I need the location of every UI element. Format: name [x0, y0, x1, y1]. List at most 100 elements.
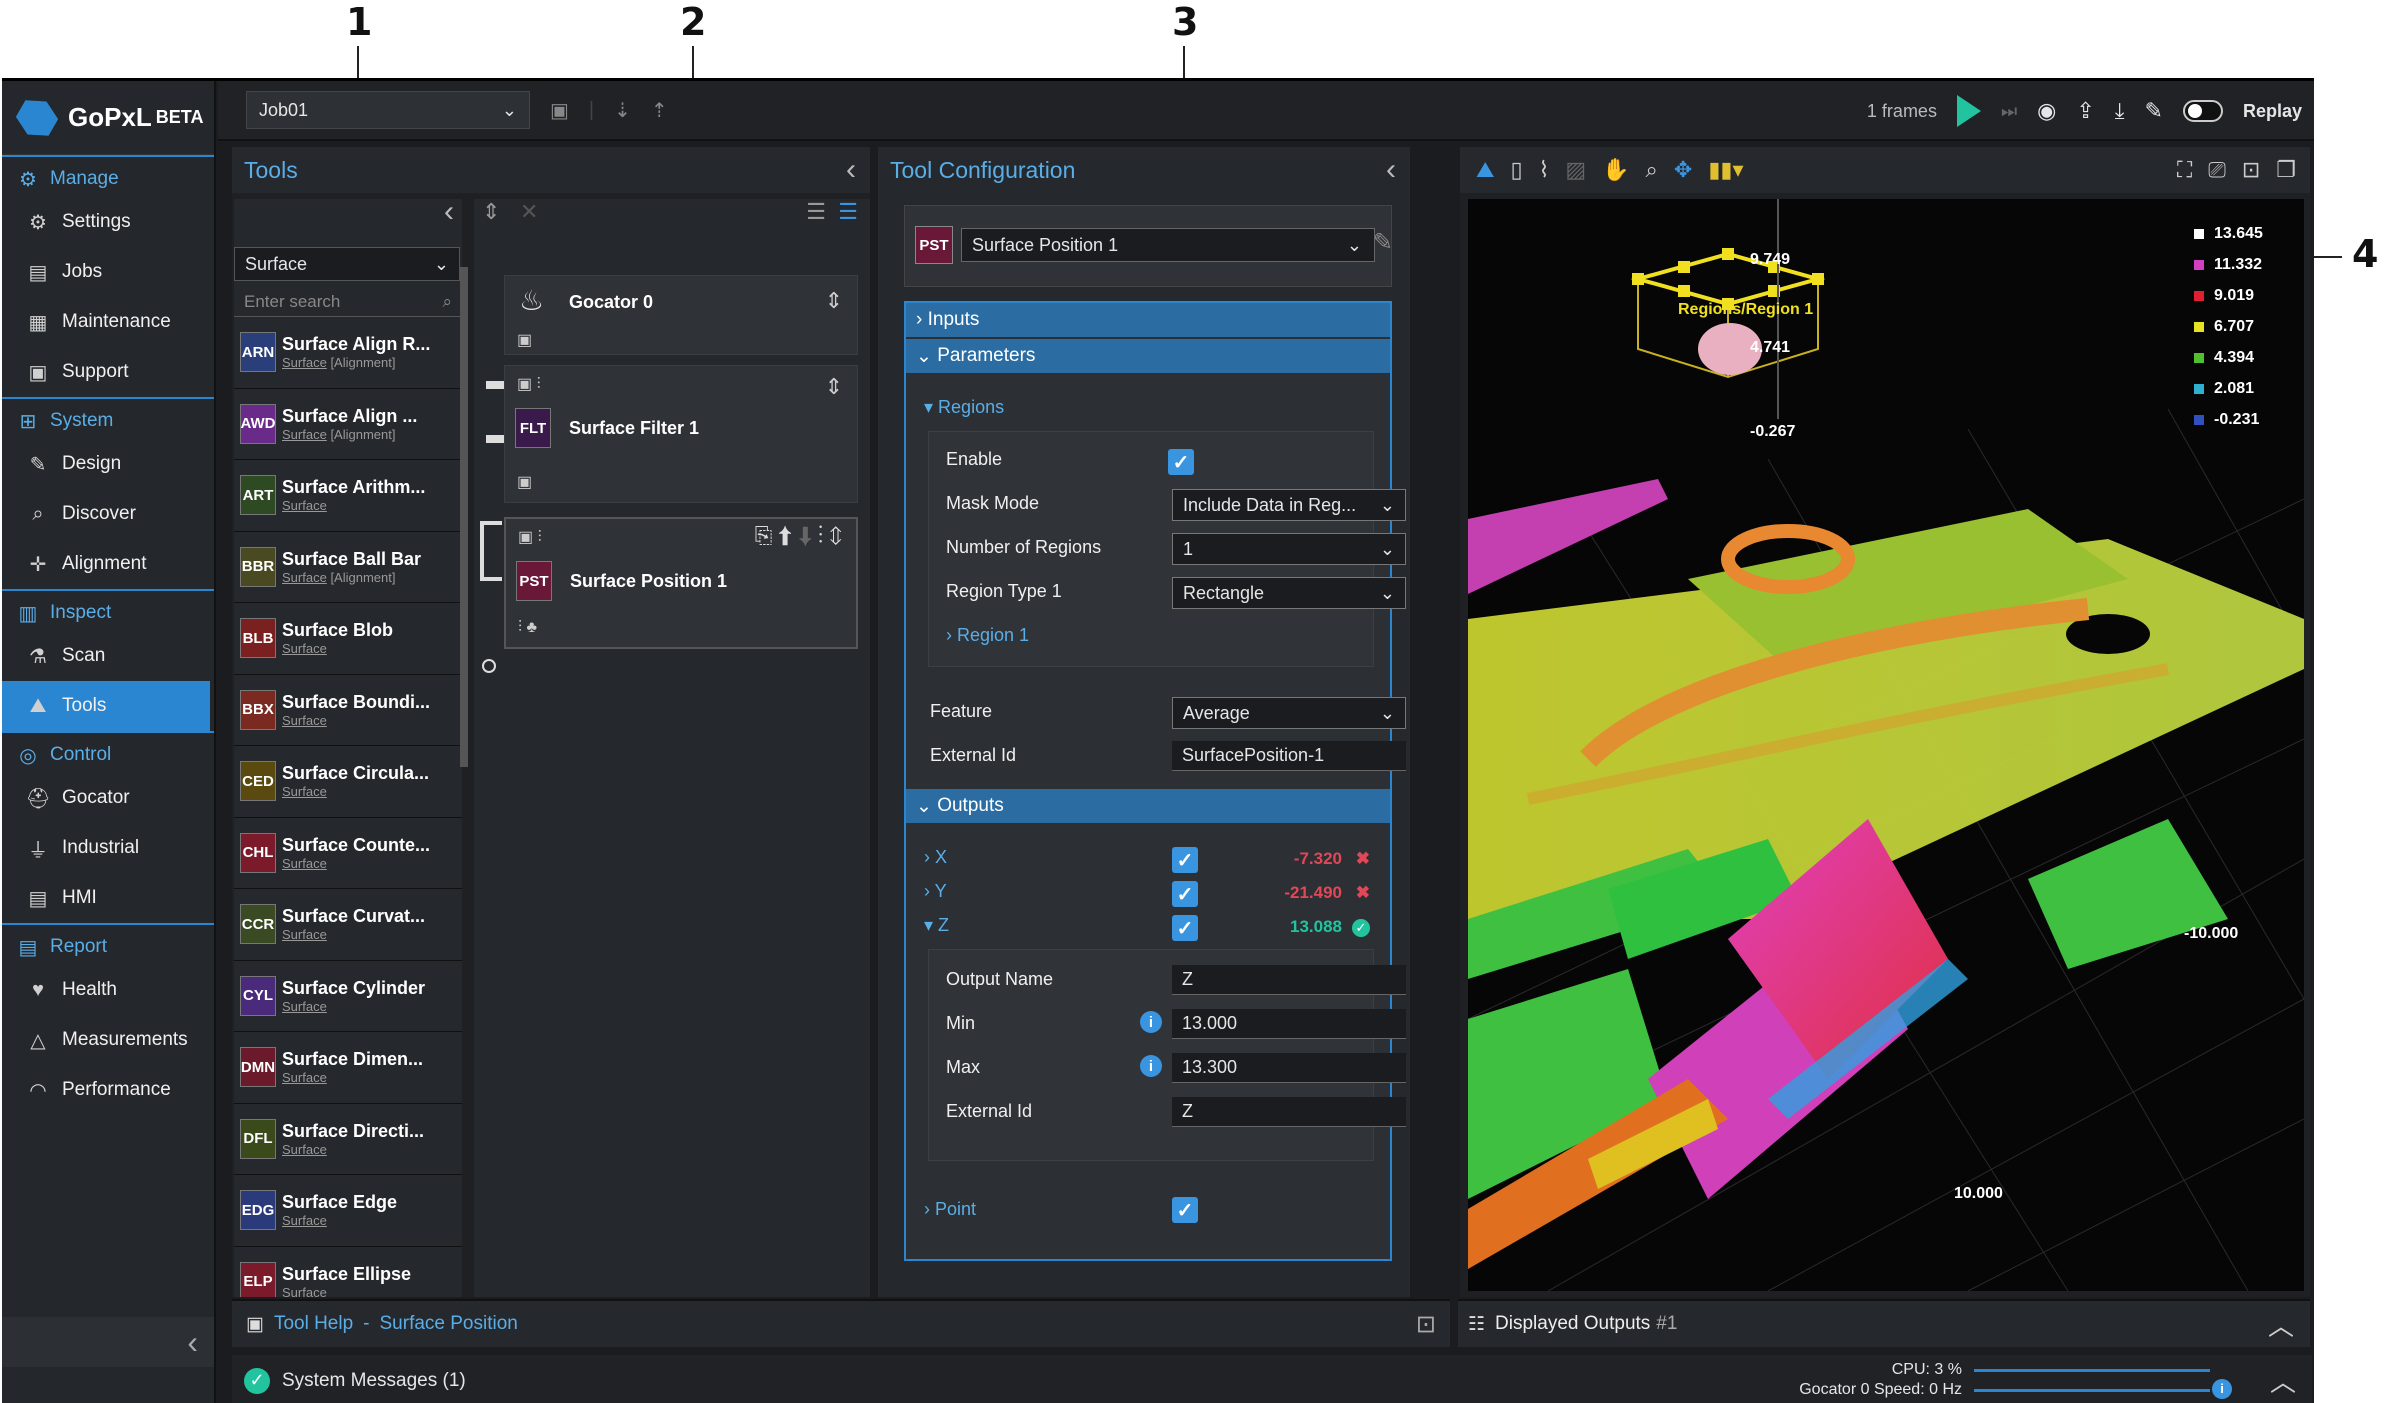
- external-id-field[interactable]: SurfacePosition-1: [1172, 741, 1406, 771]
- tool-list-scrollbar[interactable]: [460, 267, 468, 767]
- tool-list-item[interactable]: BBX Surface Boundi... Surface: [234, 675, 462, 746]
- output-checkbox[interactable]: ✓: [1172, 847, 1198, 873]
- output-checkbox[interactable]: ✓: [1172, 881, 1198, 907]
- collapse-sidebar-button[interactable]: ‹: [2, 1317, 214, 1367]
- tool-category-link[interactable]: Surface: [282, 1070, 327, 1085]
- collapse-tools-icon[interactable]: ‹: [846, 153, 856, 187]
- sidebar-item-alignment[interactable]: ✛ Alignment: [2, 539, 214, 589]
- tool-list-item[interactable]: CHL Surface Counte... Surface: [234, 818, 462, 889]
- job-select[interactable]: Job01 ⌄: [246, 91, 530, 129]
- tool-list-item[interactable]: DFL Surface Directi... Surface: [234, 1104, 462, 1175]
- category-select[interactable]: Surface ⌄: [234, 247, 460, 281]
- sidebar-item-settings[interactable]: ⚙ Settings: [2, 197, 214, 247]
- tool-category-link[interactable]: Surface: [282, 713, 327, 728]
- feature-select[interactable]: Average ⌄: [1172, 697, 1406, 729]
- tool-list-item[interactable]: ARN Surface Align R... Surface [Alignmen…: [234, 317, 462, 389]
- tool-list-item[interactable]: BBR Surface Ball Bar Surface [Alignment]: [234, 532, 462, 603]
- tool-list-item[interactable]: BLB Surface Blob Surface: [234, 603, 462, 675]
- tool-list-item[interactable]: CYL Surface Cylinder Surface: [234, 961, 462, 1032]
- region-type-select[interactable]: Rectangle ⌄: [1172, 577, 1406, 609]
- nav-head-report[interactable]: ▤ Report: [2, 929, 214, 965]
- chevron-up-icon[interactable]: ︿: [2268, 1306, 2294, 1343]
- tool-help-bar[interactable]: ▣ Tool Help - Surface Position ⊡: [232, 1299, 1450, 1347]
- enable-checkbox[interactable]: ✓: [1168, 449, 1194, 475]
- sidebar-item-discover[interactable]: ⌕ Discover: [2, 489, 214, 539]
- tool-category-link[interactable]: Surface: [282, 784, 327, 799]
- view-2d-icon[interactable]: ▯: [1510, 157, 1522, 183]
- save-icon[interactable]: ▣: [550, 98, 569, 123]
- replay-toggle[interactable]: [2182, 100, 2223, 122]
- sidebar-item-measurements[interactable]: △ Measurements: [2, 1015, 214, 1065]
- rename-icon[interactable]: ✎: [1373, 228, 1393, 257]
- fullscreen-icon[interactable]: ⊡: [2242, 157, 2260, 183]
- max-info-icon[interactable]: i: [1140, 1055, 1162, 1077]
- sidebar-item-gocator[interactable]: ⛑ Gocator: [2, 773, 214, 823]
- regions-toggle[interactable]: ▾ Regions: [924, 397, 1004, 418]
- sidebar-item-jobs[interactable]: ▤ Jobs: [2, 247, 214, 297]
- point-toggle[interactable]: › Point: [924, 1199, 976, 1220]
- tool-name-select[interactable]: Surface Position 1 ⌄: [961, 228, 1375, 262]
- window-icon[interactable]: ❐: [2276, 157, 2296, 183]
- output-toggle[interactable]: ▾ Z: [924, 915, 949, 936]
- tool-list-item[interactable]: CCR Surface Curvat... Surface: [234, 889, 462, 961]
- step-icon[interactable]: ⏭: [2001, 101, 2017, 122]
- max-field[interactable]: 13.300: [1172, 1053, 1406, 1083]
- tool-category-link[interactable]: Surface: [282, 570, 327, 585]
- collapse-config-icon[interactable]: ‹: [1386, 153, 1396, 187]
- tool-list-item[interactable]: DMN Surface Dimen... Surface: [234, 1032, 462, 1104]
- z-external-id-field[interactable]: Z: [1172, 1097, 1406, 1127]
- sidebar-item-design[interactable]: ✎ Design: [2, 439, 214, 489]
- tool-list-item[interactable]: ELP Surface Ellipse Surface: [234, 1247, 462, 1297]
- flow-node-position[interactable]: ▣ ⫶ ⎘ ⬆ ⬇ ⋮ ⇕ PST Surface Position 1 ⫶ ♣: [504, 517, 858, 649]
- point-checkbox[interactable]: ✓: [1172, 1197, 1198, 1223]
- inputs-section-header[interactable]: › Inputs: [906, 303, 1390, 337]
- zoom-icon[interactable]: ⌕: [1646, 157, 1658, 183]
- output-toggle[interactable]: › Y: [924, 881, 947, 902]
- flow-node-filter[interactable]: ▣ ⫶ ⇕ FLT Surface Filter 1 ▣: [504, 365, 858, 503]
- download-icon[interactable]: ⤓: [2115, 98, 2125, 124]
- expand-help-icon[interactable]: ⊡: [1416, 1310, 1436, 1339]
- displayed-outputs-bar[interactable]: ☷ Displayed Outputs #1 ︿: [1458, 1299, 2310, 1347]
- tool-search[interactable]: Enter search ⌕: [234, 287, 462, 317]
- parameters-section-header[interactable]: ⌄ Parameters: [906, 339, 1390, 373]
- min-info-icon[interactable]: i: [1140, 1011, 1162, 1033]
- number-of-regions-select[interactable]: 1 ⌄: [1172, 533, 1406, 565]
- nav-head-control[interactable]: ◎ Control: [2, 737, 214, 773]
- reorder-icon[interactable]: ⇕: [825, 288, 843, 314]
- sidebar-item-hmi[interactable]: ▤ HMI: [2, 873, 214, 923]
- record-icon[interactable]: ◉: [2037, 98, 2056, 124]
- 3d-point-cloud-view[interactable]: 13.645 11.332 9.019 6.707 4.394 2.081 -0.231 9…: [1468, 199, 2304, 1291]
- sidebar-item-industrial[interactable]: ⏚ Industrial: [2, 823, 214, 873]
- tool-list-item[interactable]: EDG Surface Edge Surface: [234, 1175, 462, 1247]
- reset-view-icon[interactable]: ⎚: [2208, 157, 2226, 183]
- nav-head-system[interactable]: ⊞ System: [2, 403, 214, 439]
- nav-head-manage[interactable]: ⚙ Manage: [2, 161, 214, 197]
- color-palette-icon[interactable]: ▮▮▾: [1708, 157, 1743, 183]
- mask-mode-select[interactable]: Include Data in Reg... ⌄: [1172, 489, 1406, 521]
- collapse-library-icon[interactable]: ‹: [444, 199, 454, 229]
- tool-category-link[interactable]: Surface: [282, 355, 327, 370]
- detail-view-icon[interactable]: ☰: [838, 199, 858, 225]
- tool-list-item[interactable]: ART Surface Arithm... Surface: [234, 460, 462, 532]
- output-toggle[interactable]: › X: [924, 847, 947, 868]
- pan-icon[interactable]: ✋: [1602, 157, 1629, 183]
- sidebar-item-tools[interactable]: ⛰ Tools: [2, 681, 210, 731]
- tool-list-item[interactable]: CED Surface Circula... Surface: [234, 746, 462, 818]
- tool-category-link[interactable]: Surface: [282, 856, 327, 871]
- list-view-icon[interactable]: ☰: [806, 199, 826, 225]
- tool-category-link[interactable]: Surface: [282, 427, 327, 442]
- flow-node-gocator[interactable]: ♨ Gocator 0 ⇕ ▣: [504, 275, 858, 355]
- import-icon[interactable]: ⇣: [614, 98, 631, 123]
- rotate-icon[interactable]: ✥: [1674, 157, 1692, 183]
- tool-category-link[interactable]: Surface: [282, 1142, 327, 1157]
- region-1-toggle[interactable]: › Region 1: [946, 625, 1029, 646]
- tool-category-link[interactable]: Surface: [282, 927, 327, 942]
- expand-collapse-icon[interactable]: ⇕: [482, 199, 500, 225]
- erase-icon[interactable]: ✎: [2145, 98, 2163, 124]
- tool-category-link[interactable]: Surface: [282, 641, 327, 656]
- profile-icon[interactable]: ⌇: [1539, 157, 1550, 183]
- view-3d-icon[interactable]: ⛰: [1476, 157, 1494, 183]
- remove-icon[interactable]: ✕: [520, 199, 538, 225]
- sidebar-item-performance[interactable]: ◠ Performance: [2, 1065, 214, 1115]
- upload-icon[interactable]: ⇪: [2076, 98, 2094, 124]
